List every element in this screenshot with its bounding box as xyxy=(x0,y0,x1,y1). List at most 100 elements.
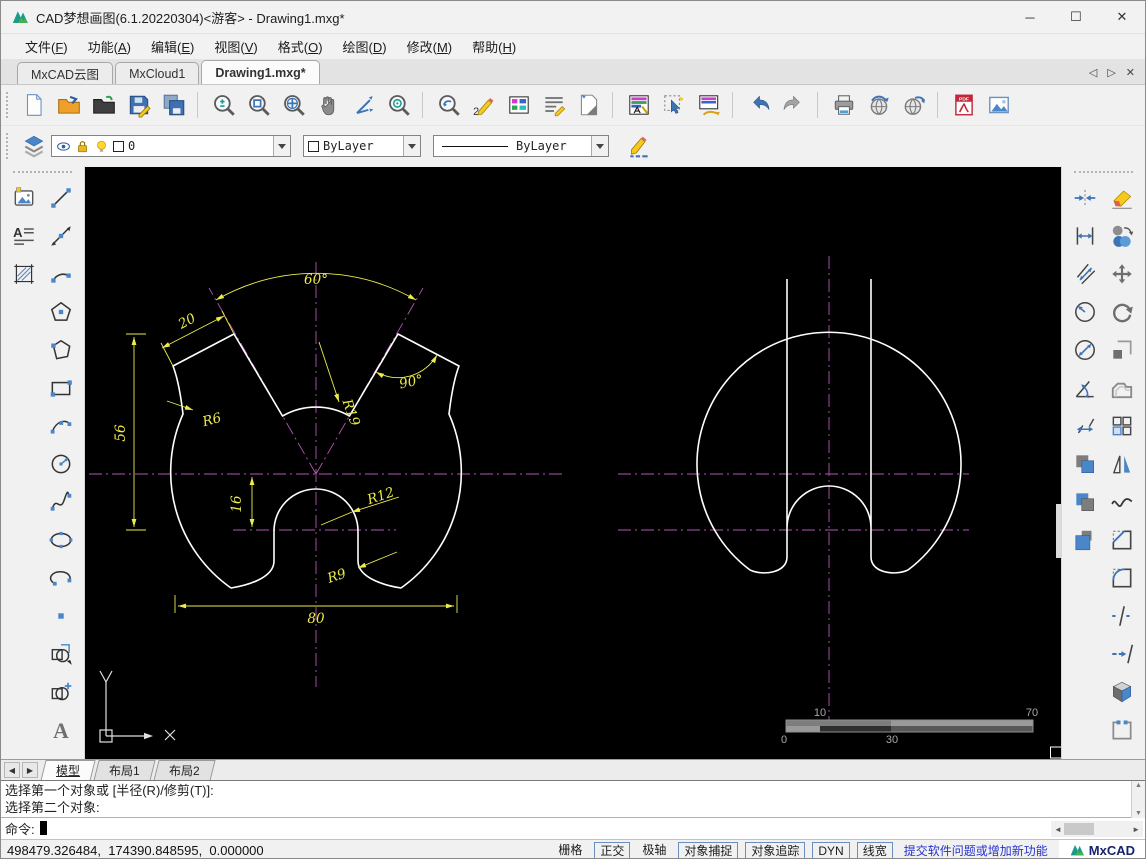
view-3d[interactable] xyxy=(1105,675,1140,709)
dim-aligned[interactable] xyxy=(1068,257,1103,291)
layout-page[interactable] xyxy=(571,88,606,122)
lineweight-button[interactable] xyxy=(621,129,656,163)
revision-curve[interactable] xyxy=(1105,485,1140,519)
status-toggle[interactable]: 栅格 xyxy=(553,842,587,859)
command-vscrollbar[interactable]: ▲ ▼ xyxy=(1131,781,1145,818)
new-file[interactable] xyxy=(16,88,51,122)
dim-radius[interactable] xyxy=(1068,295,1103,329)
array[interactable] xyxy=(1105,409,1140,443)
layer-manager[interactable] xyxy=(612,88,656,122)
mtext-tool[interactable] xyxy=(7,219,42,253)
zoom-center[interactable] xyxy=(381,88,416,122)
tab-mxcad-cloud[interactable]: MxCAD云图 xyxy=(17,62,114,84)
menu-edit[interactable]: 编辑(E) xyxy=(141,34,204,59)
tab-scroll-right-icon[interactable]: ▷ xyxy=(1107,66,1115,79)
layout-tab-1[interactable]: 布局1 xyxy=(93,759,156,781)
point-tool[interactable] xyxy=(44,599,79,633)
linetype-select[interactable]: ByLayer xyxy=(433,135,609,157)
menu-help[interactable]: 帮助(H) xyxy=(462,34,526,59)
mirror[interactable] xyxy=(1105,447,1140,481)
menu-function[interactable]: 功能(A) xyxy=(78,34,141,59)
draw-order-under[interactable] xyxy=(1068,523,1103,557)
break[interactable] xyxy=(1105,599,1140,633)
drawing-canvas[interactable]: 60° 20 56 16 80 R6 R19 90° R12 R9 10 70 … xyxy=(85,167,1063,759)
offset[interactable] xyxy=(1105,371,1140,405)
draw-order-back[interactable] xyxy=(1068,485,1103,519)
insert-raster-image[interactable] xyxy=(981,88,1016,122)
export-pdf[interactable] xyxy=(937,88,981,122)
region-tool[interactable] xyxy=(44,637,79,671)
layout-tab-model[interactable]: 模型 xyxy=(40,759,96,781)
scroll-left-icon[interactable]: ◄ xyxy=(1054,825,1062,834)
spline-tool[interactable] xyxy=(44,485,79,519)
open-web[interactable] xyxy=(896,88,931,122)
save[interactable] xyxy=(121,88,156,122)
move[interactable] xyxy=(1105,257,1140,291)
close-button[interactable]: ✕ xyxy=(1099,1,1145,33)
chevron-down-icon[interactable] xyxy=(591,136,608,156)
menu-view[interactable]: 视图(V) xyxy=(204,34,267,59)
save-as[interactable] xyxy=(156,88,191,122)
layout-scroll-right-icon[interactable]: ▶ xyxy=(22,762,38,778)
chamfer[interactable] xyxy=(1105,523,1140,557)
status-toggle[interactable]: 对象追踪 xyxy=(745,841,806,858)
copy[interactable] xyxy=(1105,219,1140,253)
tab-mxcloud1[interactable]: MxCloud1 xyxy=(115,62,200,84)
layout-scroll-left-icon[interactable]: ◀ xyxy=(4,762,20,778)
color-select[interactable]: ByLayer xyxy=(303,135,421,157)
menu-modify[interactable]: 修改(M) xyxy=(397,34,463,59)
view-previous[interactable] xyxy=(422,88,466,122)
image-tool[interactable] xyxy=(7,181,42,215)
layout-tab-2[interactable]: 布局2 xyxy=(153,759,216,781)
fillet[interactable] xyxy=(1105,561,1140,595)
pan[interactable] xyxy=(311,88,346,122)
polygon-tool[interactable] xyxy=(44,295,79,329)
scrollbar-thumb[interactable] xyxy=(1063,823,1094,835)
scroll-down-icon[interactable]: ▼ xyxy=(1135,810,1142,817)
polyline-tool[interactable] xyxy=(44,333,79,367)
text-style[interactable] xyxy=(536,88,571,122)
redo[interactable] xyxy=(776,88,811,122)
undo[interactable] xyxy=(732,88,776,122)
hatch-tool[interactable] xyxy=(7,257,42,291)
draw-order-front[interactable] xyxy=(1068,447,1103,481)
scale[interactable] xyxy=(1105,333,1140,367)
ellipse-tool[interactable] xyxy=(44,523,79,557)
status-toggle[interactable]: 正交 xyxy=(594,841,631,858)
tab-drawing1[interactable]: Drawing1.mxg* xyxy=(201,60,320,84)
toolbar-grip[interactable] xyxy=(1074,171,1133,177)
open-folder[interactable] xyxy=(86,88,121,122)
xline-tool[interactable] xyxy=(44,219,79,253)
publish-web[interactable] xyxy=(861,88,896,122)
sketch[interactable] xyxy=(466,88,501,122)
circle-tool[interactable] xyxy=(44,447,79,481)
dim-linear[interactable] xyxy=(1068,219,1103,253)
lengthen[interactable] xyxy=(1105,637,1140,671)
scroll-right-icon[interactable]: ► xyxy=(1132,825,1140,834)
group[interactable] xyxy=(1105,713,1140,747)
layer-stack-button[interactable] xyxy=(16,129,51,163)
zoom-extents[interactable] xyxy=(197,88,241,122)
print[interactable] xyxy=(817,88,861,122)
status-toggle[interactable]: 对象捕捉 xyxy=(678,841,739,858)
tab-close-icon[interactable]: ✕ xyxy=(1126,66,1135,79)
edge-trim[interactable] xyxy=(1068,181,1103,215)
feedback-link[interactable]: 提交软件问题或增加新功能 xyxy=(900,842,1052,859)
zoom-window[interactable] xyxy=(241,88,276,122)
maximize-button[interactable]: ☐ xyxy=(1053,1,1099,33)
scroll-up-icon[interactable]: ▲ xyxy=(1135,782,1142,789)
rotate[interactable] xyxy=(1105,295,1140,329)
ellipse-arc-tool[interactable] xyxy=(44,561,79,595)
menu-file[interactable]: 文件(F) xyxy=(15,34,78,59)
menu-format[interactable]: 格式(O) xyxy=(268,34,333,59)
toolbar-grip[interactable] xyxy=(13,171,72,177)
layer-select[interactable]: 0 xyxy=(51,135,291,157)
command-input[interactable]: 命令: xyxy=(1,818,1145,838)
tab-scroll-left-icon[interactable]: ◁ xyxy=(1089,66,1097,79)
dim-baseline[interactable] xyxy=(1068,409,1103,443)
arc-tool[interactable] xyxy=(44,257,79,291)
command-hscrollbar[interactable]: ◄ ► xyxy=(1051,821,1143,837)
erase[interactable] xyxy=(1105,181,1140,215)
match-properties[interactable] xyxy=(691,88,726,122)
open-drawing[interactable] xyxy=(51,88,86,122)
